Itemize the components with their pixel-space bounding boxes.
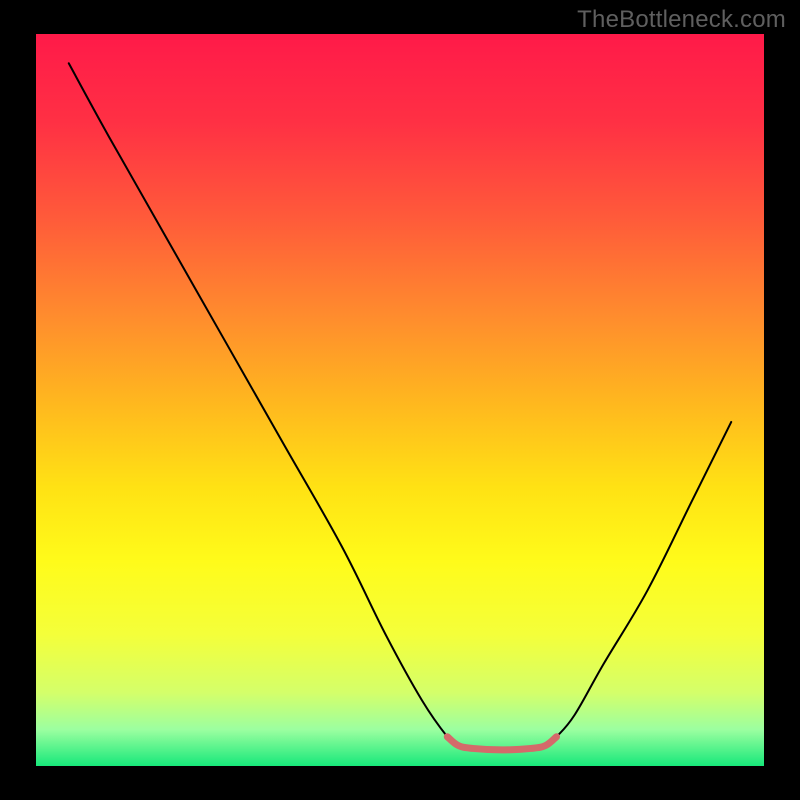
plot-background — [36, 34, 764, 766]
bottleneck-chart — [0, 0, 800, 800]
watermark-text: TheBottleneck.com — [577, 6, 786, 34]
chart-frame: TheBottleneck.com — [0, 0, 800, 800]
